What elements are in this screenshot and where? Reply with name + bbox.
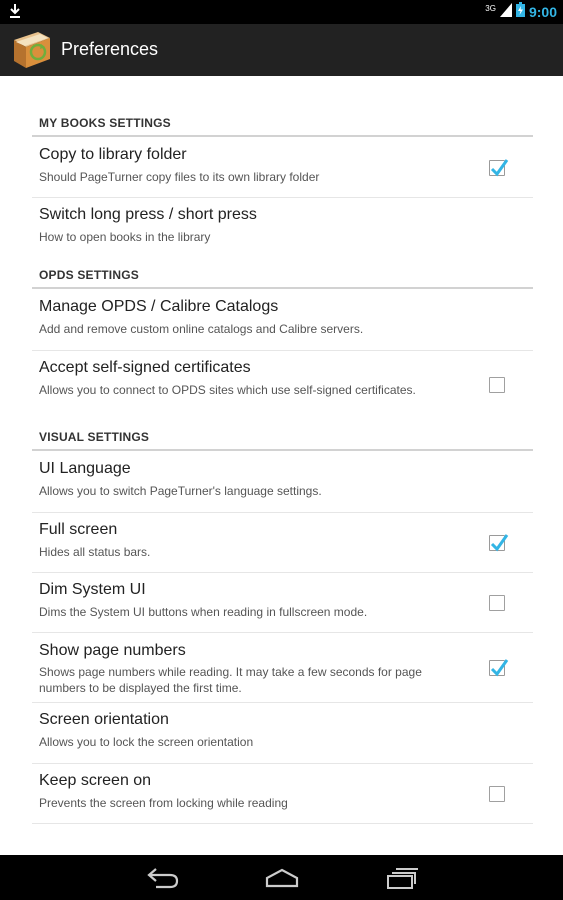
pref-title: Switch long press / short press — [39, 206, 257, 223]
pref-summary: Allows you to lock the screen orientatio… — [39, 735, 254, 749]
pref-title: Accept self-signed certificates — [39, 359, 251, 376]
recent-apps-icon[interactable] — [385, 867, 419, 889]
section-header-visual: VISUAL SETTINGS — [32, 419, 533, 451]
pref-summary: Allows you to switch PageTurner's langua… — [39, 484, 322, 498]
page-title: Preferences — [61, 39, 159, 59]
signal-icon — [499, 2, 512, 22]
pref-summary: Should PageTurner copy files to its own … — [39, 170, 320, 184]
action-bar: Preferences — [0, 24, 563, 76]
network-type-label: 3G — [485, 3, 496, 13]
show-page-numbers-checkbox[interactable] — [489, 659, 509, 677]
pref-summary: Hides all status bars. — [39, 545, 151, 559]
section-header-my-books: MY BOOKS SETTINGS — [32, 111, 533, 137]
pref-accept-self-signed[interactable]: Accept self-signed certificates Allows y… — [32, 351, 533, 419]
pref-title: UI Language — [39, 460, 131, 477]
dim-system-ui-checkbox[interactable] — [489, 595, 505, 611]
status-bar: 3G 9:00 — [0, 0, 563, 24]
pref-title: Show page numbers — [39, 642, 186, 659]
pref-full-screen[interactable]: Full screen Hides all status bars. — [32, 513, 533, 573]
pref-summary: Allows you to connect to OPDS sites whic… — [39, 383, 416, 397]
section-header-opds: OPDS SETTINGS — [32, 257, 533, 289]
pref-summary: Add and remove custom online catalogs an… — [39, 322, 364, 336]
pref-screen-orientation[interactable]: Screen orientation Allows you to lock th… — [32, 703, 533, 764]
section-header-label: MY BOOKS SETTINGS — [39, 116, 171, 130]
keep-screen-on-checkbox[interactable] — [489, 786, 505, 802]
section-header-label: OPDS SETTINGS — [39, 268, 139, 282]
download-icon — [9, 3, 21, 24]
back-icon[interactable] — [146, 867, 180, 889]
preferences-list: MY BOOKS SETTINGS Copy to library folder… — [0, 76, 563, 855]
pref-summary: How to open books in the library — [39, 230, 211, 244]
pref-title: Full screen — [39, 521, 118, 538]
pref-keep-screen-on[interactable]: Keep screen on Prevents the screen from … — [32, 764, 533, 824]
navigation-bar — [0, 855, 563, 900]
full-screen-checkbox[interactable] — [489, 534, 509, 552]
pref-title: Screen orientation — [39, 711, 169, 728]
copy-to-library-checkbox[interactable] — [489, 159, 509, 177]
pref-summary: Shows page numbers while reading. It may… — [39, 665, 422, 695]
pref-copy-to-library-folder[interactable]: Copy to library folder Should PageTurner… — [32, 138, 533, 198]
pref-title: Keep screen on — [39, 772, 152, 789]
status-time: 9:00 — [528, 4, 557, 20]
home-icon[interactable] — [264, 867, 300, 889]
pref-summary: Dims the System UI buttons when reading … — [39, 605, 368, 619]
pref-manage-opds-catalogs[interactable]: Manage OPDS / Calibre Catalogs Add and r… — [32, 290, 533, 351]
pref-switch-long-press[interactable]: Switch long press / short press How to o… — [32, 198, 533, 257]
pref-title: Copy to library folder — [39, 146, 187, 163]
section-header-label: VISUAL SETTINGS — [39, 430, 150, 444]
accept-self-signed-checkbox[interactable] — [489, 377, 505, 393]
pref-dim-system-ui[interactable]: Dim System UI Dims the System UI buttons… — [32, 573, 533, 633]
pageturner-book-icon[interactable] — [8, 28, 54, 72]
preferences-screen: 3G 9:00 Preferences MY BOOKS SETTINGS Co… — [0, 0, 563, 900]
pref-summary: Prevents the screen from locking while r… — [39, 796, 288, 810]
pref-show-page-numbers[interactable]: Show page numbers Shows page numbers whi… — [32, 633, 533, 703]
pref-title: Dim System UI — [39, 581, 146, 598]
pref-title: Manage OPDS / Calibre Catalogs — [39, 298, 279, 315]
battery-icon — [515, 2, 525, 22]
pref-ui-language[interactable]: UI Language Allows you to switch PageTur… — [32, 452, 533, 513]
